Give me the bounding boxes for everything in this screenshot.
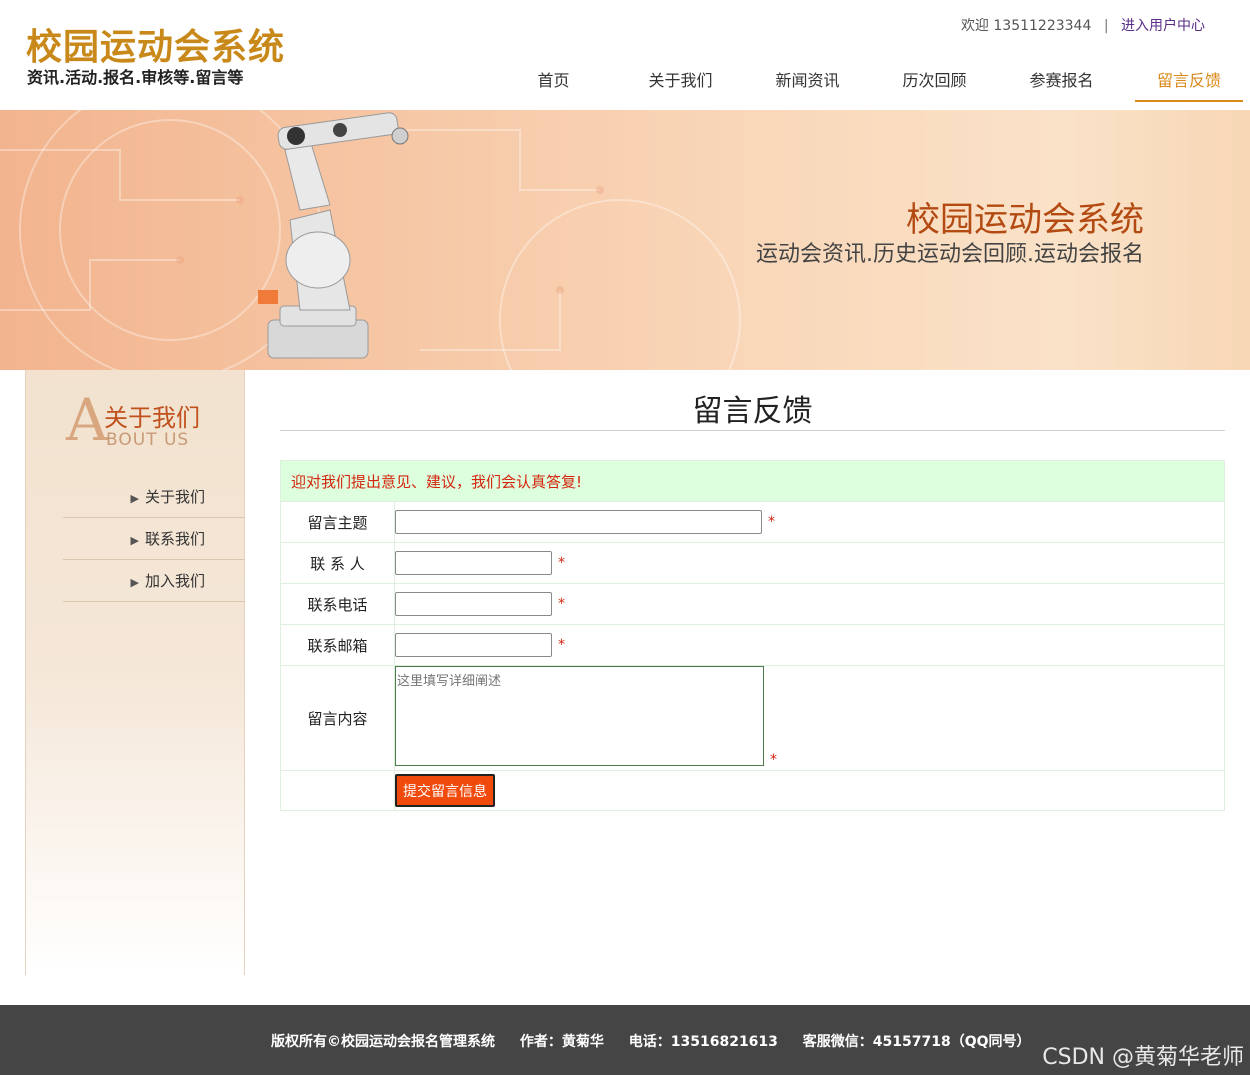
email-label: 联系邮箱 xyxy=(281,625,395,665)
phone-input[interactable] xyxy=(395,592,552,616)
nav-item-news[interactable]: 新闻资讯 xyxy=(744,60,871,102)
nav-item-home[interactable]: 首页 xyxy=(490,60,617,102)
welcome-text: 欢迎 13511223344 xyxy=(960,18,1092,34)
page: 校园运动会系统 资讯.活动.报名.审核等.留言等 欢迎 13511223344 … xyxy=(0,0,1250,1075)
subject-field-cell: * xyxy=(395,502,1224,542)
logo-subtitle: 资讯.活动.报名.审核等.留言等 xyxy=(27,68,244,87)
hero-banner: 校园运动会系统 运动会资讯.历史运动会回顾.运动会报名 xyxy=(0,110,1250,370)
content-field-cell: * xyxy=(395,666,1224,770)
site-header: 校园运动会系统 资讯.活动.报名.审核等.留言等 欢迎 13511223344 … xyxy=(0,0,1250,110)
nav-item-signup[interactable]: 参赛报名 xyxy=(998,60,1125,102)
banner-title: 校园运动会系统 xyxy=(906,200,1144,240)
email-input[interactable] xyxy=(395,633,552,657)
user-center-link[interactable]: 进入用户中心 xyxy=(1121,18,1205,34)
arrow-right-icon: ▶ xyxy=(130,534,139,547)
subject-label: 留言主题 xyxy=(281,502,395,542)
sidebar-title-cn: 关于我们 xyxy=(104,404,200,432)
footer-info: 版权所有©校园运动会报名管理系统 作者：黄菊华 电话：13516821613 客… xyxy=(271,1031,1051,1051)
footer-author: 作者：黄菊华 xyxy=(519,1034,604,1050)
form-row-submit: 提交留言信息 xyxy=(281,770,1224,810)
footer-wechat: 客服微信：45157718（QQ同号） xyxy=(802,1034,1031,1050)
page-title: 留言反馈 xyxy=(280,386,1225,431)
sidebar-item-label: 加入我们 xyxy=(144,572,205,590)
sidebar-item-label: 关于我们 xyxy=(144,488,205,506)
submit-button[interactable]: 提交留言信息 xyxy=(395,774,495,807)
required-mark: * xyxy=(770,752,777,768)
subject-input[interactable] xyxy=(395,510,762,534)
banner-subtitle: 运动会资讯.历史运动会回顾.运动会报名 xyxy=(756,242,1144,267)
phone-label: 联系电话 xyxy=(281,584,395,624)
nav-item-feedback[interactable]: 留言反馈 xyxy=(1135,60,1243,102)
circuit-lines-graphic xyxy=(0,110,741,370)
sidebar-menu: ▶ 关于我们 ▶ 联系我们 ▶ 加入我们 xyxy=(63,476,245,602)
sidebar: A 关于我们 BOUT US ▶ 关于我们 ▶ 联系我们 ▶ 加入我们 xyxy=(25,370,245,975)
contact-field-cell: * xyxy=(395,543,1224,583)
sidebar-big-letter: A xyxy=(66,386,108,454)
required-mark: * xyxy=(558,596,565,612)
sidebar-item-label: 联系我们 xyxy=(144,530,205,548)
content-label: 留言内容 xyxy=(281,666,395,770)
form-row-phone: 联系电话 * xyxy=(281,583,1224,624)
site-footer: 版权所有©校园运动会报名管理系统 作者：黄菊华 电话：13516821613 客… xyxy=(0,1005,1250,1075)
required-mark: * xyxy=(768,514,775,530)
arrow-right-icon: ▶ xyxy=(130,576,139,589)
submit-label-cell xyxy=(281,771,395,810)
sidebar-item-join[interactable]: ▶ 加入我们 xyxy=(63,560,245,602)
feedback-form: 迎对我们提出意见、建议，我们会认真答复! 留言主题 * 联 系 人 * 联系电话… xyxy=(280,460,1225,811)
nav-item-history[interactable]: 历次回顾 xyxy=(871,60,998,102)
sidebar-item-contact[interactable]: ▶ 联系我们 xyxy=(63,518,245,560)
logo-title[interactable]: 校园运动会系统 xyxy=(26,18,285,70)
email-field-cell: * xyxy=(395,625,1224,665)
nav-item-about[interactable]: 关于我们 xyxy=(617,60,744,102)
form-row-contact: 联 系 人 * xyxy=(281,542,1224,583)
contact-label: 联 系 人 xyxy=(281,543,395,583)
footer-copyright: 版权所有©校园运动会报名管理系统 xyxy=(271,1034,495,1050)
form-row-content: 留言内容 * xyxy=(281,665,1224,770)
phone-field-cell: * xyxy=(395,584,1224,624)
form-row-email: 联系邮箱 * xyxy=(281,624,1224,665)
form-row-subject: 留言主题 * xyxy=(281,501,1224,542)
footer-phone: 电话：13516821613 xyxy=(628,1034,778,1050)
sidebar-title-en: BOUT US xyxy=(106,430,190,450)
arrow-right-icon: ▶ xyxy=(130,492,139,505)
submit-field-cell: 提交留言信息 xyxy=(395,771,1224,810)
top-user-bar: 欢迎 13511223344 | 进入用户中心 xyxy=(961,15,1205,35)
topbar-separator: | xyxy=(1103,18,1109,34)
circuit-dots-graphic xyxy=(176,186,604,294)
required-mark: * xyxy=(558,637,565,653)
content-textarea[interactable] xyxy=(395,666,764,766)
sidebar-item-about[interactable]: ▶ 关于我们 xyxy=(63,476,245,518)
main-nav: 首页 关于我们 新闻资讯 历次回顾 参赛报名 留言反馈 xyxy=(490,60,1243,104)
sidebar-heading: A 关于我们 BOUT US xyxy=(66,390,236,454)
form-notice: 迎对我们提出意见、建议，我们会认真答复! xyxy=(281,461,1224,501)
csdn-watermark: CSDN @黄菊华老师 xyxy=(1042,1045,1244,1070)
required-mark: * xyxy=(558,555,565,571)
contact-input[interactable] xyxy=(395,551,552,575)
